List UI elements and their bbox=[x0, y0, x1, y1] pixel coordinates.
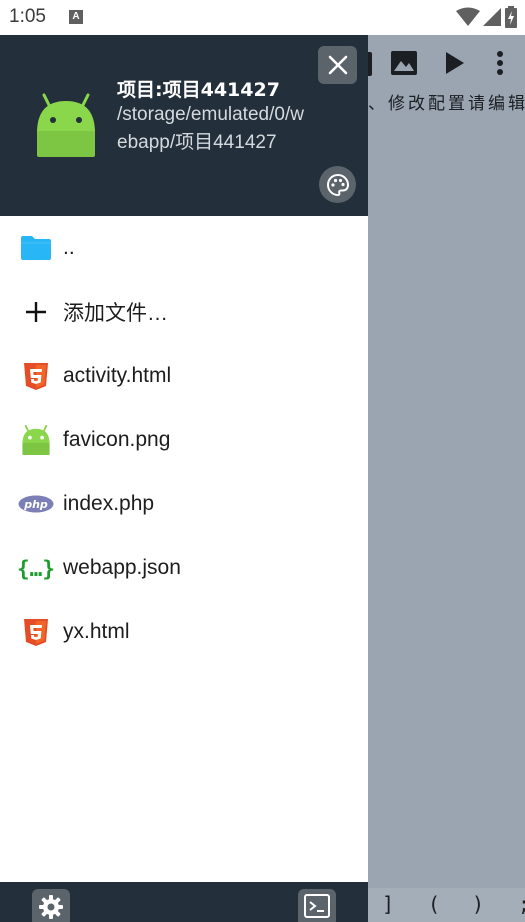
close-icon bbox=[328, 55, 347, 75]
project-title: 项目:项目441427 bbox=[117, 79, 280, 101]
file-name: favicon.png bbox=[63, 428, 171, 451]
image-icon[interactable] bbox=[390, 49, 418, 77]
status-icons bbox=[456, 6, 518, 28]
editor-hint-text: 、修改配置请编辑 bbox=[368, 94, 525, 114]
html5-icon bbox=[18, 614, 54, 650]
file-item-index-php[interactable]: php index.php bbox=[0, 472, 368, 536]
background-editor: 、修改配置请编辑 ] ( ) ; bbox=[362, 35, 525, 922]
wifi-icon bbox=[456, 7, 480, 26]
navigation-drawer: 项目:项目441427 /storage/emulated/0/webapp/项… bbox=[0, 35, 368, 922]
editor-toolbar bbox=[362, 35, 525, 91]
file-item-webapp-json[interactable]: {…} webapp.json bbox=[0, 536, 368, 600]
signal-icon bbox=[483, 8, 501, 26]
symbol-key[interactable]: ; bbox=[518, 892, 525, 916]
json-braces-icon: {…} bbox=[18, 550, 54, 586]
terminal-icon bbox=[304, 894, 330, 918]
symbol-bar: ] ( ) ; bbox=[368, 888, 525, 922]
more-vertical-icon[interactable] bbox=[486, 49, 514, 77]
file-item-yx-html[interactable]: yx.html bbox=[0, 600, 368, 664]
folder-icon bbox=[18, 230, 54, 266]
terminal-button[interactable] bbox=[298, 889, 336, 922]
status-bar: 1:05 A bbox=[0, 0, 525, 35]
plus-icon bbox=[18, 294, 54, 330]
gear-icon bbox=[39, 895, 63, 919]
notification-a-icon: A bbox=[69, 10, 83, 24]
file-name: activity.html bbox=[63, 364, 172, 387]
file-item-activity-html[interactable]: activity.html bbox=[0, 344, 368, 408]
file-name: .. bbox=[63, 236, 75, 259]
add-file-item[interactable]: 添加文件… bbox=[0, 280, 368, 344]
battery-icon bbox=[505, 6, 517, 28]
status-time: 1:05 bbox=[9, 6, 46, 27]
project-path: /storage/emulated/0/webapp/项目441427 bbox=[117, 104, 304, 153]
symbol-key[interactable]: ] bbox=[382, 892, 394, 916]
file-list: .. 添加文件… activity.html favicon.png php i… bbox=[0, 216, 368, 664]
php-icon: php bbox=[18, 486, 54, 522]
android-robot-icon bbox=[37, 93, 95, 157]
settings-button[interactable] bbox=[32, 889, 70, 922]
theme-palette-button[interactable] bbox=[319, 166, 356, 203]
svg-text:php: php bbox=[23, 498, 48, 511]
file-item-favicon-png[interactable]: favicon.png bbox=[0, 408, 368, 472]
symbol-key[interactable]: ( bbox=[428, 892, 440, 916]
file-name: yx.html bbox=[63, 620, 130, 643]
drawer-header: 项目:项目441427 /storage/emulated/0/webapp/项… bbox=[0, 35, 368, 216]
play-icon[interactable] bbox=[440, 49, 468, 77]
file-name: index.php bbox=[63, 492, 155, 515]
symbol-key[interactable]: ) bbox=[472, 892, 484, 916]
palette-icon bbox=[326, 173, 349, 196]
svg-text:{…}: {…} bbox=[18, 557, 54, 581]
file-item-parent-folder[interactable]: .. bbox=[0, 216, 368, 280]
html5-icon bbox=[18, 358, 54, 394]
android-robot-icon bbox=[18, 422, 54, 458]
file-name: 添加文件… bbox=[63, 302, 168, 325]
file-name: webapp.json bbox=[63, 556, 181, 579]
close-drawer-button[interactable] bbox=[318, 46, 357, 84]
drawer-footer bbox=[0, 882, 368, 922]
